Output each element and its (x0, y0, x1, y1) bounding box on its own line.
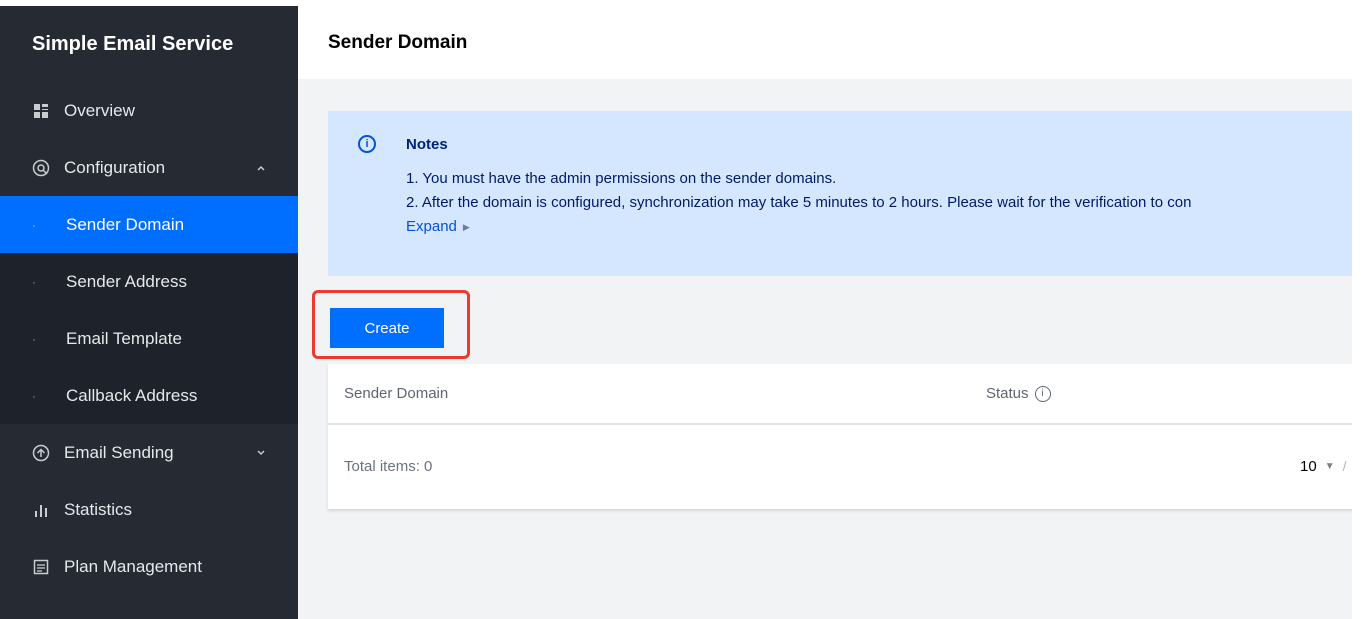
create-button[interactable]: Create (330, 308, 444, 348)
sender-domain-table: Sender Domain Status i Total items: 0 10… (328, 364, 1364, 509)
sidebar-item-label: Statistics (64, 499, 133, 519)
plan-icon (32, 558, 50, 576)
column-sender-domain: Sender Domain (344, 385, 449, 402)
sidebar-item-label: Email Sending (64, 442, 174, 462)
email-sending-icon (32, 444, 50, 462)
grid-icon (32, 102, 50, 120)
sidebar-item-plan-management[interactable]: Plan Management (0, 538, 298, 595)
bullet-icon: · (32, 388, 36, 403)
total-items: Total items: 0 (344, 457, 433, 475)
notes-header: i Notes (358, 135, 1364, 153)
notes-line-2: 2. After the domain is configured, synch… (406, 194, 1192, 211)
notes-panel: i Notes 1. You must have the admin permi… (328, 111, 1364, 276)
sidebar-item-callback-address[interactable]: · Callback Address (0, 367, 298, 424)
sidebar-item-configuration[interactable]: Configuration (0, 139, 298, 196)
notes-line-1: 1. You must have the admin permissions o… (406, 170, 837, 187)
table-header: Sender Domain Status i (328, 364, 1364, 425)
sidebar-item-sender-domain[interactable]: · Sender Domain (0, 196, 298, 253)
right-edge (1352, 6, 1364, 619)
sidebar-title: Simple Email Service (32, 32, 234, 55)
separator: / (1342, 458, 1347, 474)
page-size-select[interactable]: 10 ▼ / (1300, 458, 1346, 475)
table-footer: Total items: 0 10 ▼ / (328, 425, 1364, 507)
notes-title: Notes (406, 135, 448, 153)
sidebar-item-label: Callback Address (66, 385, 198, 405)
chevron-down-icon (256, 446, 266, 460)
sidebar-item-label: Configuration (64, 157, 166, 177)
sidebar-item-sender-address[interactable]: · Sender Address (0, 253, 298, 310)
configuration-icon (32, 159, 50, 177)
sidebar: Simple Email Service Overview Configurat… (0, 6, 298, 619)
expand-link[interactable]: Expand ▶ (406, 215, 1364, 239)
sidebar-item-label: Email Template (66, 328, 182, 348)
sidebar-item-email-sending[interactable]: Email Sending (0, 424, 298, 481)
main-content: Sender Domain i Notes 1. You must have t… (298, 6, 1364, 619)
column-status-label: Status (986, 385, 1029, 402)
sidebar-item-statistics[interactable]: Statistics (0, 481, 298, 538)
bullet-icon: · (32, 274, 36, 289)
bullet-icon: · (32, 217, 36, 232)
triangle-right-icon: ▶ (462, 222, 470, 232)
info-icon[interactable]: i (1034, 385, 1051, 402)
bullet-icon: · (32, 331, 36, 346)
bar-chart-icon (32, 501, 50, 519)
expand-label: Expand (406, 218, 457, 235)
sidebar-item-label: Plan Management (64, 556, 202, 576)
sidebar-item-label: Overview (64, 100, 135, 120)
sidebar-item-label: Sender Domain (66, 214, 185, 234)
page-size-value: 10 (1300, 457, 1317, 475)
caret-down-icon: ▼ (1324, 460, 1335, 472)
configuration-submenu: · Sender Domain · Sender Address · Email… (0, 196, 298, 424)
sidebar-item-label: Sender Address (66, 271, 187, 291)
sidebar-item-overview[interactable]: Overview (0, 82, 298, 139)
info-icon: i (358, 135, 376, 153)
page-title: Sender Domain (298, 6, 1364, 79)
column-status: Status i (986, 385, 1051, 402)
chevron-up-icon (256, 161, 266, 175)
sidebar-item-email-template[interactable]: · Email Template (0, 310, 298, 367)
